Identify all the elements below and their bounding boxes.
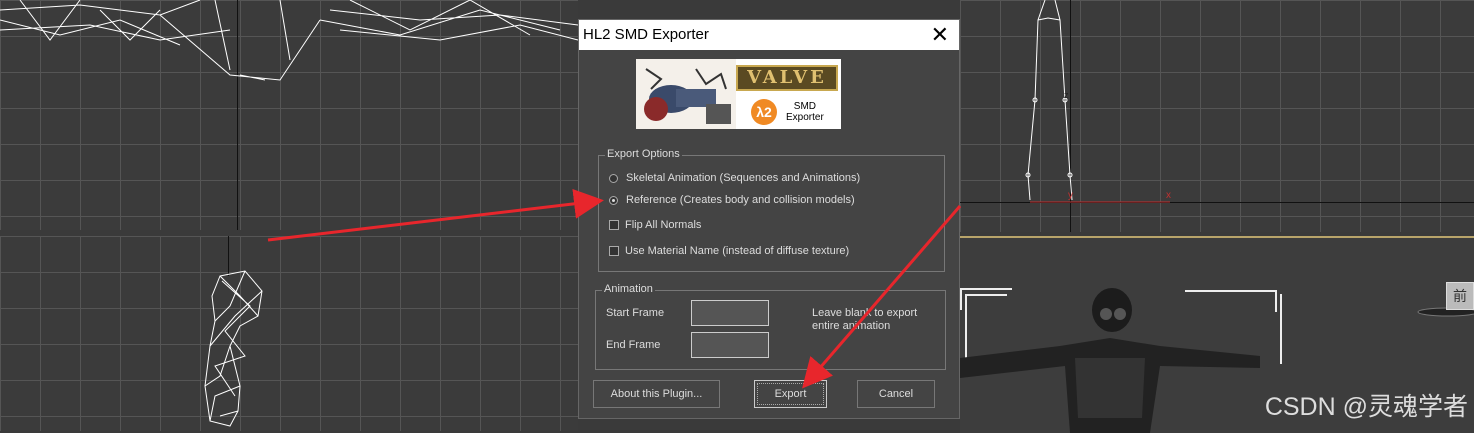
smd-label-line2: Exporter — [786, 112, 824, 123]
valve-logo: VALVE — [736, 65, 838, 91]
checkbox-icon[interactable] — [609, 220, 619, 230]
front-viewport[interactable]: z y x — [960, 0, 1474, 232]
flip-normals-checkbox[interactable]: Flip All Normals — [609, 219, 701, 231]
watermark: CSDN @灵魂学者 — [1264, 393, 1468, 421]
svg-text:y: y — [1068, 190, 1073, 201]
dialog-title: HL2 SMD Exporter — [583, 26, 709, 43]
perspective-viewport[interactable]: 前 CSDN @灵魂学者 — [960, 236, 1474, 433]
svg-text:z: z — [1064, 90, 1069, 100]
animation-group: Animation Start Frame End Frame Leave bl… — [595, 283, 946, 370]
export-button[interactable]: Export — [754, 380, 827, 408]
radio-icon[interactable] — [609, 173, 618, 183]
smd-exporter-label: SMD Exporter — [786, 101, 824, 123]
skeletal-animation-label: Skeletal Animation (Sequences and Animat… — [626, 172, 861, 184]
dialog-titlebar[interactable]: HL2 SMD Exporter ✕ — [579, 20, 959, 50]
start-frame-input[interactable] — [691, 300, 769, 326]
wireframe-character — [204, 270, 263, 427]
start-frame-label: Start Frame — [606, 307, 665, 319]
use-material-name-label: Use Material Name (instead of diffuse te… — [625, 245, 850, 257]
use-material-name-checkbox[interactable]: Use Material Name (instead of diffuse te… — [609, 245, 849, 257]
radio-selected-icon[interactable] — [609, 195, 618, 205]
wireframe-model-top — [0, 0, 578, 81]
skeletal-animation-radio[interactable]: Skeletal Animation (Sequences and Animat… — [609, 172, 860, 184]
left-viewport[interactable] — [0, 236, 578, 431]
smd-label-line1: SMD — [793, 101, 817, 112]
plugin-logo: VALVE λ2 SMD Exporter — [636, 59, 841, 129]
export-options-legend: Export Options — [605, 148, 682, 160]
hl2-smd-exporter-dialog: HL2 SMD Exporter ✕ VALVE λ2 SMD Exporter… — [578, 19, 960, 419]
svg-text:x: x — [1166, 190, 1171, 201]
about-plugin-button[interactable]: About this Plugin... — [593, 380, 720, 408]
end-frame-label: End Frame — [606, 339, 661, 351]
checkbox-icon[interactable] — [609, 246, 619, 256]
half-life-2-icon: λ2 — [751, 99, 777, 125]
reference-radio[interactable]: Reference (Creates body and collision mo… — [609, 194, 855, 206]
animation-hint: Leave blank to export entire animation — [812, 307, 918, 332]
cancel-button[interactable]: Cancel — [857, 380, 935, 408]
animation-legend: Animation — [602, 283, 655, 295]
close-icon[interactable]: ✕ — [931, 22, 949, 48]
view-cube[interactable]: 前 — [1446, 282, 1474, 310]
export-options-group: Export Options Skeletal Animation (Seque… — [598, 148, 945, 272]
flip-normals-label: Flip All Normals — [625, 219, 702, 231]
end-frame-input[interactable] — [691, 332, 769, 358]
skeleton-model: z y x — [1025, 0, 1171, 203]
cannon-artwork-icon — [636, 59, 736, 129]
reference-label: Reference (Creates body and collision mo… — [626, 194, 855, 206]
top-viewport[interactable] — [0, 0, 578, 230]
